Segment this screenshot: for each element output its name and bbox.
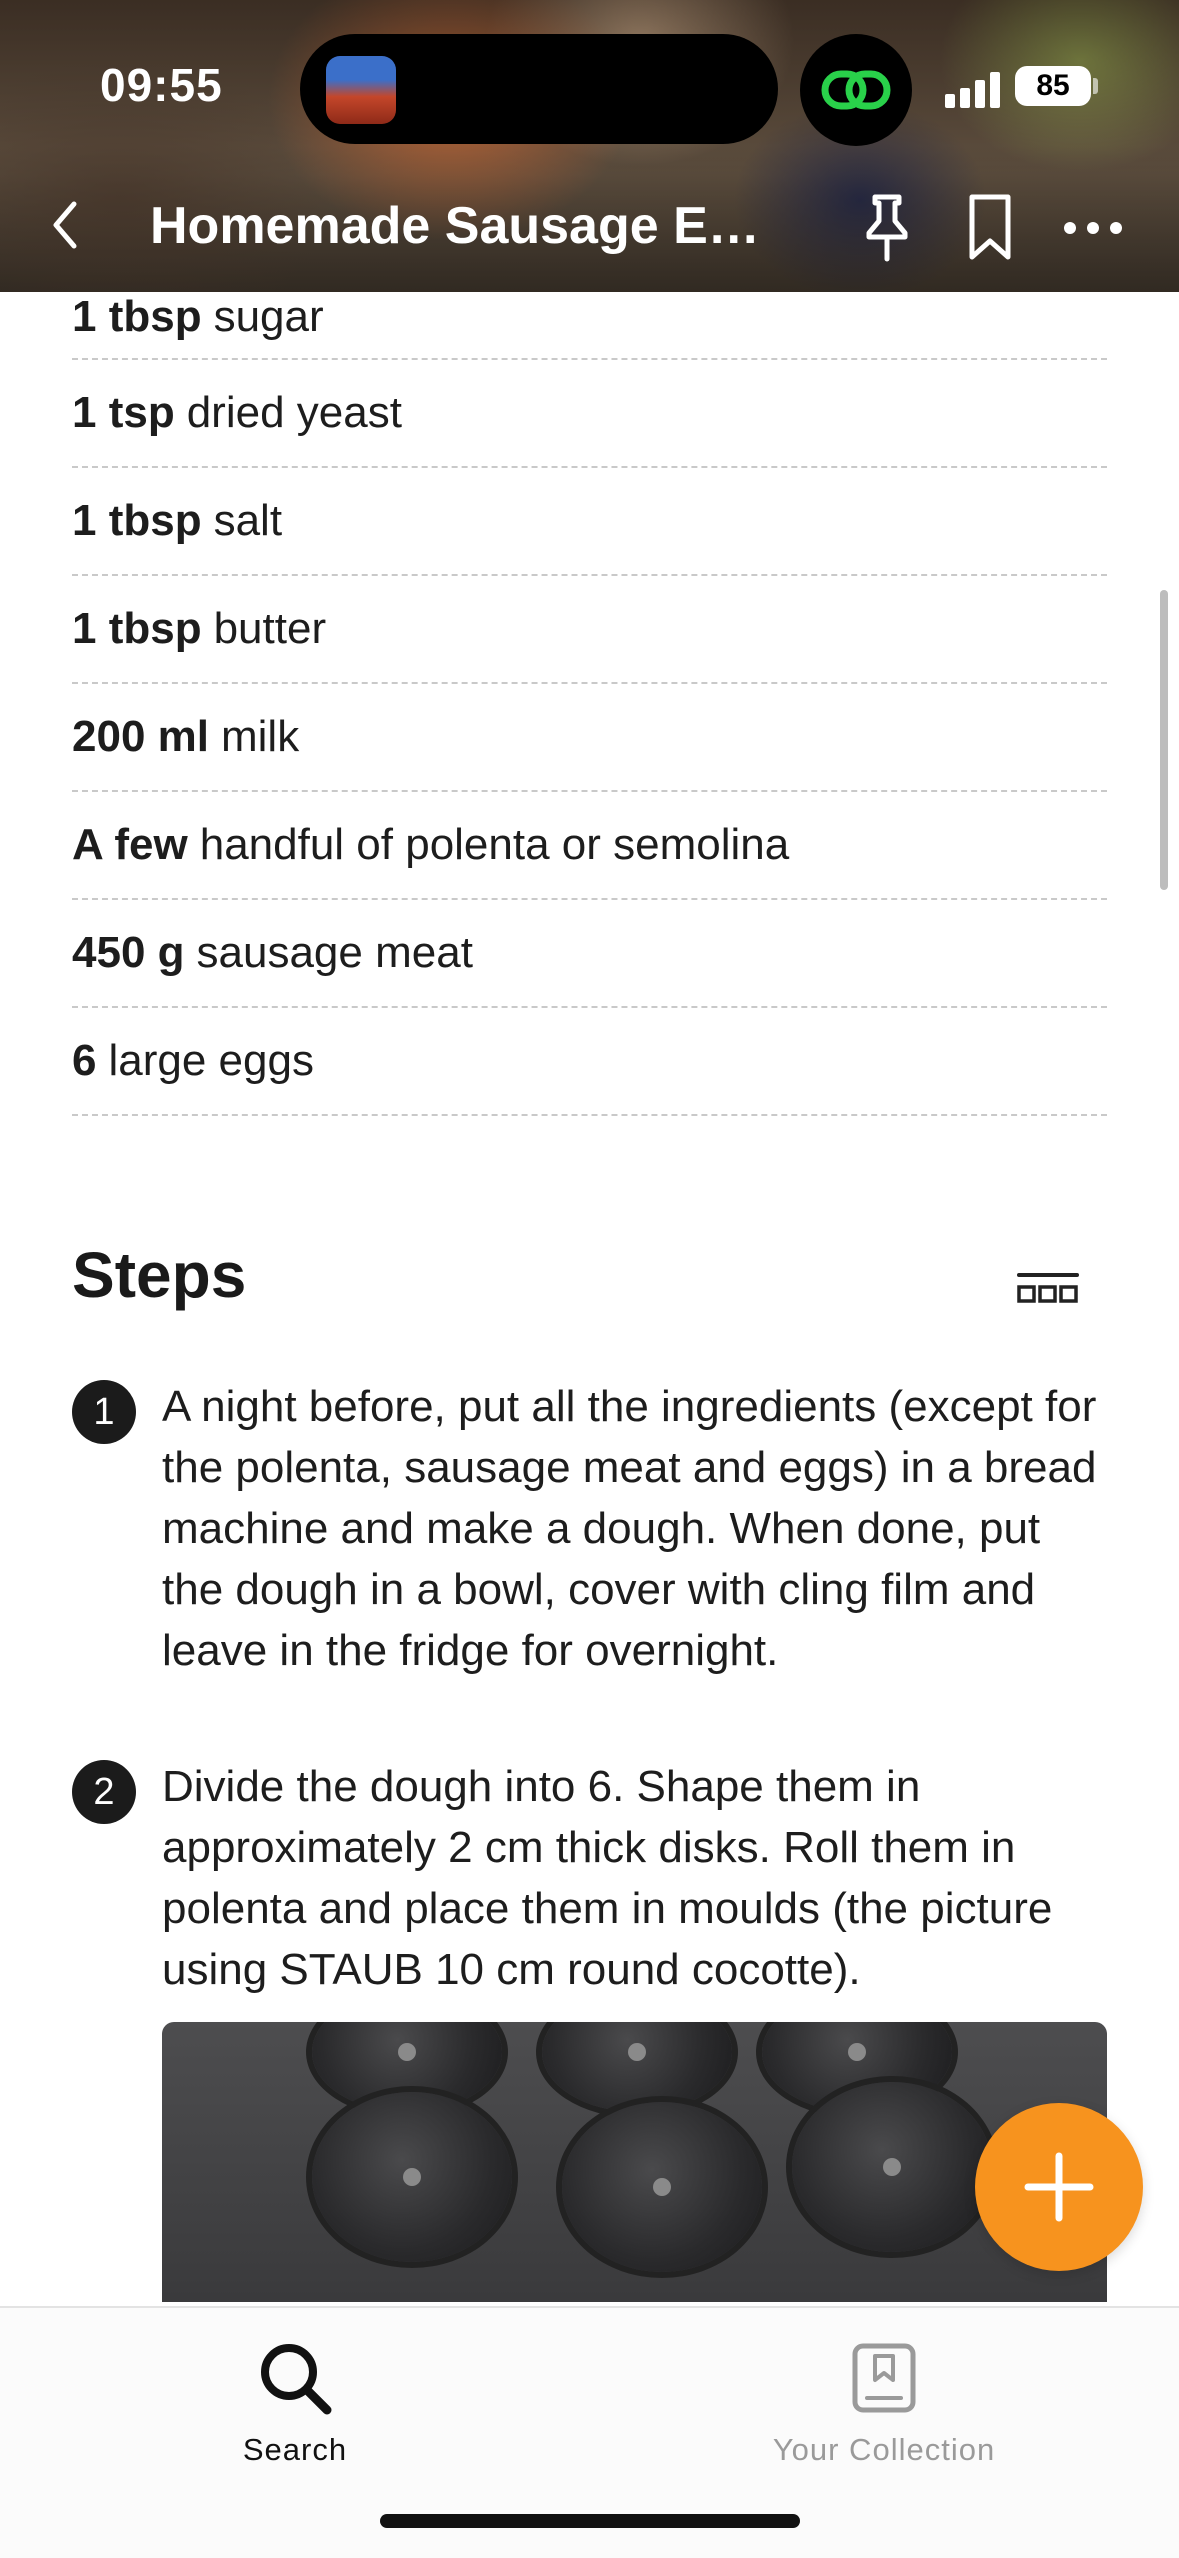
ingredient-quantity: 1 tbsp xyxy=(72,604,202,653)
now-playing-thumbnail xyxy=(326,56,396,124)
step-view-toggle-icon xyxy=(1017,1273,1079,1303)
add-button[interactable] xyxy=(975,2103,1143,2271)
ingredient-row: 1 tbsp salt xyxy=(72,468,1107,576)
tab-your-collection[interactable]: Your Collection xyxy=(684,2338,1084,2468)
dynamic-island xyxy=(300,34,778,144)
home-indicator[interactable] xyxy=(380,2514,800,2528)
battery-tip xyxy=(1093,78,1098,94)
ingredient-row: 450 g sausage meat xyxy=(72,900,1107,1008)
step-photo[interactable] xyxy=(162,2022,1107,2302)
tab-search[interactable]: Search xyxy=(95,2338,495,2468)
ingredient-name: sugar xyxy=(213,292,324,341)
collection-book-icon xyxy=(844,2338,924,2418)
pin-icon xyxy=(866,194,908,262)
cellular-signal-icon xyxy=(945,68,1003,108)
ingredient-name: dried yeast xyxy=(186,388,402,437)
link-app-icon xyxy=(800,34,912,146)
ingredient-name: butter xyxy=(213,604,327,653)
ingredient-row: 200 ml milk xyxy=(72,684,1107,792)
ingredient-quantity: 6 xyxy=(72,1036,97,1085)
cocotte-pot xyxy=(562,2102,762,2272)
step-number-badge: 2 xyxy=(72,1760,136,1824)
more-icon xyxy=(1064,222,1122,234)
ingredient-row: 1 tbsp sugar xyxy=(72,292,1107,360)
tab-label: Search xyxy=(242,2432,348,2467)
ingredient-name: milk xyxy=(220,712,300,761)
ingredient-quantity: 200 ml xyxy=(72,712,209,761)
ingredient-quantity: 1 tbsp xyxy=(72,496,202,545)
cocotte-pot xyxy=(312,2092,512,2262)
ingredient-list: 1 tbsp sugar 1 tsp dried yeast 1 tbsp sa… xyxy=(72,292,1107,1116)
ingredient-row: 1 tbsp butter xyxy=(72,576,1107,684)
ingredient-name: large eggs xyxy=(108,1036,314,1085)
step-item: 1 A night before, put all the ingredient… xyxy=(72,1376,1107,1686)
step-text: Divide the dough into 6. Shape them in a… xyxy=(162,1762,1053,1994)
ingredient-quantity: A few xyxy=(72,820,188,869)
ingredient-quantity: 450 g xyxy=(72,928,185,977)
bookmark-button[interactable] xyxy=(955,190,1025,266)
search-icon xyxy=(255,2338,335,2418)
ingredient-quantity: 1 tbsp xyxy=(72,292,202,341)
tab-label: Your Collection xyxy=(772,2432,996,2467)
status-time: 09:55 xyxy=(100,59,223,111)
step-item: 2 Divide the dough into 6. Shape them in… xyxy=(72,1756,1107,2006)
ingredient-row: A few handful of polenta or semolina xyxy=(72,792,1107,900)
ingredient-name: salt xyxy=(213,496,283,545)
back-button[interactable] xyxy=(40,190,90,260)
step-view-toggle-button[interactable] xyxy=(1015,1270,1081,1310)
plus-icon xyxy=(1024,2152,1094,2222)
cocotte-pot xyxy=(542,2022,732,2112)
cocotte-pot xyxy=(792,2082,992,2252)
ingredient-row: 1 tsp dried yeast xyxy=(72,360,1107,468)
more-options-button[interactable] xyxy=(1058,190,1128,266)
ingredient-quantity: 1 tsp xyxy=(72,388,175,437)
header-photo-backdrop: 09:55 85 Homemade Sausage Egg... xyxy=(0,0,1179,292)
recipe-title: Homemade Sausage Egg... xyxy=(150,197,790,255)
ingredient-name: sausage meat xyxy=(196,928,473,977)
scroll-indicator[interactable] xyxy=(1160,590,1168,890)
bookmark-icon xyxy=(969,194,1011,260)
chevron-left-icon xyxy=(53,201,77,249)
pin-button[interactable] xyxy=(852,190,922,266)
step-text: A night before, put all the ingredients … xyxy=(162,1382,1097,1675)
battery-indicator: 85 xyxy=(1015,66,1091,106)
ingredient-name: handful of polenta or semolina xyxy=(199,820,790,869)
steps-heading: Steps xyxy=(72,1239,247,1311)
step-number-badge: 1 xyxy=(72,1380,136,1444)
ingredient-row: 6 large eggs xyxy=(72,1008,1107,1116)
